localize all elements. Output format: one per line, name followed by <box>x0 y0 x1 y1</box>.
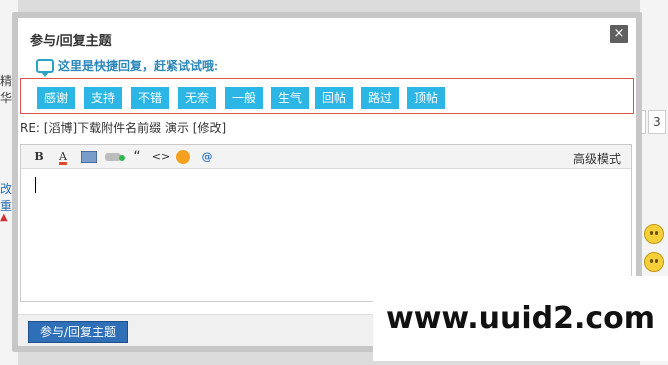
quick-reply-hint: 这里是快捷回复，赶紧试试哦: <box>58 59 218 73</box>
quick-reply-button[interactable]: 顶帖 <box>407 87 445 109</box>
quick-reply-button[interactable]: 感谢 <box>37 87 75 109</box>
quick-reply-button[interactable]: 一般 <box>225 87 263 109</box>
code-icon[interactable]: <> <box>151 149 171 165</box>
reply-subject: RE: [滔博]下载附件名前缀 演示 [修改] <box>20 121 227 135</box>
bold-icon[interactable]: B <box>31 149 47 165</box>
quote-icon[interactable]: “ <box>129 149 145 165</box>
quick-reply-button[interactable]: 支持 <box>84 87 122 109</box>
quick-reply-header: 这里是快捷回复，赶紧试试哦: <box>36 57 218 77</box>
quick-reply-button[interactable]: 路过 <box>361 87 399 109</box>
quick-reply-box: 感谢 支持 不错 无奈 一般 生气 回帖 路过 顶帖 <box>20 78 634 114</box>
quick-reply-button[interactable]: 无奈 <box>178 87 216 109</box>
background-page-button[interactable]: 3 <box>648 110 666 134</box>
link-icon[interactable] <box>105 153 125 161</box>
text-caret <box>35 177 36 193</box>
watermark-text: www.uuid2.com <box>373 276 668 361</box>
quick-reply-button[interactable]: 不错 <box>131 87 169 109</box>
emoticon-icon[interactable] <box>176 150 190 164</box>
speech-bubble-icon <box>36 58 54 77</box>
mention-icon[interactable]: @ <box>199 149 215 165</box>
smiley-icon[interactable] <box>644 224 664 244</box>
quick-reply-button[interactable]: 生气 <box>271 87 309 109</box>
smiley-icon[interactable] <box>644 252 664 272</box>
background-left-icon: ▲ <box>0 212 8 223</box>
font-color-icon[interactable]: A <box>55 149 71 165</box>
image-icon[interactable] <box>81 151 97 163</box>
editor-toolbar: B A “ <> @ 高级模式 <box>21 145 631 169</box>
advanced-mode-link[interactable]: 高级模式 <box>573 150 621 167</box>
close-button[interactable]: × <box>610 25 628 43</box>
dialog-title: 参与/回复主题 <box>30 33 112 48</box>
quick-reply-button[interactable]: 回帖 <box>315 87 353 109</box>
submit-reply-button[interactable]: 参与/回复主题 <box>28 321 128 343</box>
